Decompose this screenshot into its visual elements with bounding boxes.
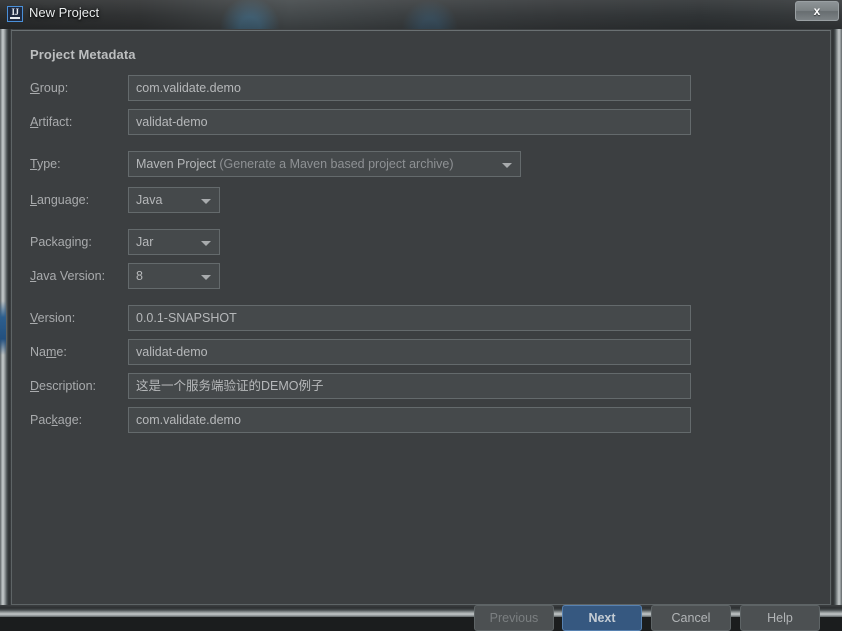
label-packaging: Packaging: (30, 235, 92, 249)
language-combobox[interactable]: Java (128, 187, 220, 213)
chevron-down-icon (502, 163, 512, 168)
package-input[interactable]: com.validate.demo (128, 407, 691, 433)
previous-button[interactable]: Previous (474, 605, 554, 631)
label-artifact: Artifact: (30, 115, 73, 129)
label-language: Language: (30, 193, 90, 207)
close-icon[interactable]: x (795, 1, 839, 21)
intellij-idea-icon: IJ (7, 6, 23, 22)
project-metadata-panel: Project Metadata Group: com.validate.dem… (11, 30, 831, 631)
label-java-version: Java Version: (30, 269, 106, 283)
packaging-combobox[interactable]: Jar (128, 229, 220, 255)
language-value: Java (136, 193, 163, 207)
chevron-down-icon (201, 275, 211, 280)
packaging-value: Jar (136, 235, 154, 249)
name-input[interactable]: validat-demo (128, 339, 691, 365)
help-button[interactable]: Help (740, 605, 820, 631)
label-name: Name: (30, 345, 67, 359)
cancel-button[interactable]: Cancel (651, 605, 731, 631)
chevron-down-icon (201, 199, 211, 204)
label-type: Type: (30, 157, 61, 171)
label-package: Package: (30, 413, 83, 427)
label-description: Description: (30, 379, 97, 393)
new-project-dialog-window: IJ New Project x Project Metadata Group:… (0, 0, 842, 631)
version-input[interactable]: 0.0.1-SNAPSHOT (128, 305, 691, 331)
label-group: Group: (30, 81, 69, 95)
label-version: Version: (30, 311, 76, 325)
next-button[interactable]: Next (562, 605, 642, 631)
window-titlebar[interactable]: IJ New Project x (0, 0, 842, 30)
java-version-value: 8 (136, 269, 143, 283)
window-left-edge (0, 29, 11, 617)
type-value: Maven Project (136, 157, 216, 171)
window-title: New Project (29, 5, 100, 20)
background-window-sliver (0, 301, 6, 355)
chevron-down-icon (201, 241, 211, 246)
group-input[interactable]: com.validate.demo (128, 75, 691, 101)
java-version-combobox[interactable]: 8 (128, 263, 220, 289)
type-combobox[interactable]: Maven Project (Generate a Maven based pr… (128, 151, 521, 177)
page-title: Project Metadata (30, 47, 136, 62)
artifact-input[interactable]: validat-demo (128, 109, 691, 135)
description-input[interactable]: 这是一个服务端验证的DEMO例子 (128, 373, 691, 399)
window-right-edge (831, 29, 842, 617)
type-value-hint: (Generate a Maven based project archive) (219, 157, 454, 171)
